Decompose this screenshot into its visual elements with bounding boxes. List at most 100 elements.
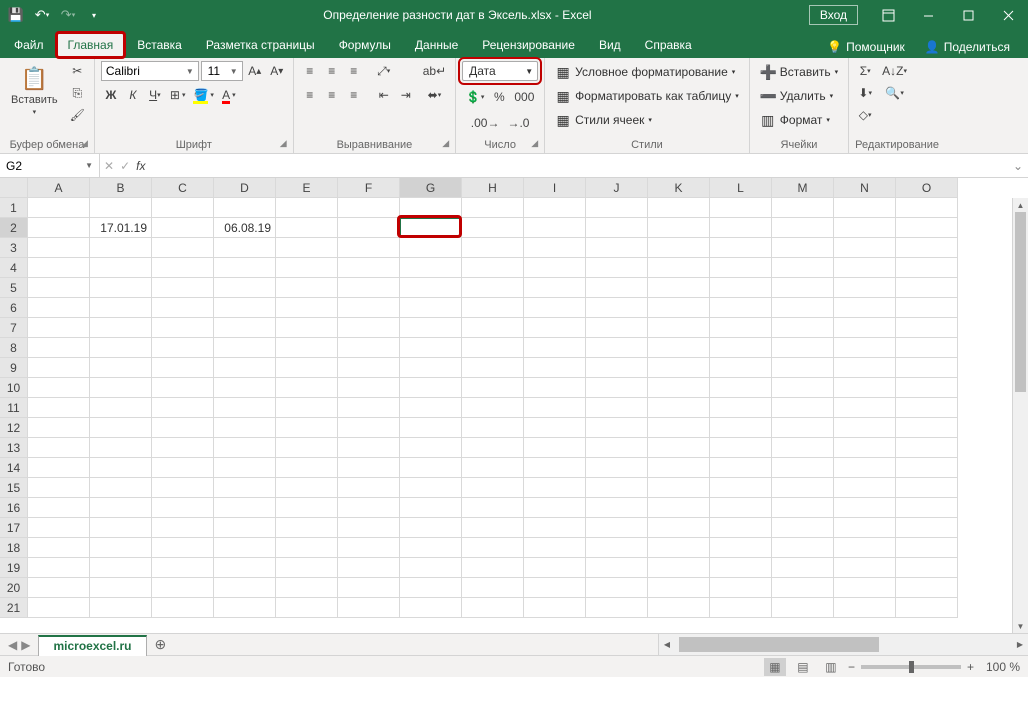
cell[interactable]	[586, 338, 648, 358]
cell[interactable]	[28, 238, 90, 258]
orientation-button[interactable]: ⤢▾	[374, 61, 394, 81]
cell[interactable]	[28, 558, 90, 578]
cell[interactable]	[896, 598, 958, 618]
cell[interactable]	[462, 438, 524, 458]
zoom-slider[interactable]	[861, 665, 961, 669]
cell[interactable]	[338, 238, 400, 258]
cell[interactable]	[710, 238, 772, 258]
cell[interactable]	[896, 418, 958, 438]
cell[interactable]	[524, 198, 586, 218]
row-header[interactable]: 3	[0, 238, 28, 258]
cell[interactable]	[152, 418, 214, 438]
cell[interactable]	[214, 358, 276, 378]
cell[interactable]	[152, 298, 214, 318]
fill-color-button[interactable]: 🪣▾	[190, 85, 216, 105]
cell[interactable]	[524, 478, 586, 498]
cell[interactable]	[586, 478, 648, 498]
cell[interactable]	[400, 458, 462, 478]
cell[interactable]	[710, 378, 772, 398]
cell[interactable]	[338, 258, 400, 278]
border-button[interactable]: ⊞▾	[167, 85, 189, 105]
number-format-combo[interactable]: Дата ▼	[462, 61, 538, 81]
cell[interactable]	[834, 598, 896, 618]
cell[interactable]	[152, 598, 214, 618]
increase-font-button[interactable]: A▴	[245, 61, 265, 81]
ribbon-display-icon[interactable]	[868, 0, 908, 30]
cell[interactable]	[524, 218, 586, 238]
cell[interactable]	[28, 378, 90, 398]
cell[interactable]	[338, 558, 400, 578]
cell-styles-button[interactable]: ▦Стили ячеек▾	[551, 109, 743, 131]
cell[interactable]	[338, 218, 400, 238]
cell[interactable]	[834, 498, 896, 518]
cell[interactable]	[586, 378, 648, 398]
cell[interactable]	[214, 298, 276, 318]
cell[interactable]	[338, 418, 400, 438]
scrollbar-thumb[interactable]	[1015, 212, 1026, 392]
qat-customize-icon[interactable]: ▾	[82, 3, 106, 27]
formula-input[interactable]	[155, 159, 1002, 173]
row-header[interactable]: 9	[0, 358, 28, 378]
cell[interactable]	[214, 558, 276, 578]
cell[interactable]	[586, 358, 648, 378]
cell[interactable]	[834, 538, 896, 558]
format-cells-button[interactable]: ▥Формат▾	[756, 109, 842, 131]
cell[interactable]	[214, 338, 276, 358]
align-middle-button[interactable]: ≡	[322, 61, 342, 81]
cell[interactable]	[214, 398, 276, 418]
cell[interactable]	[152, 378, 214, 398]
column-header[interactable]: C	[152, 178, 214, 198]
tab-formulas[interactable]: Формулы	[327, 32, 403, 58]
align-top-button[interactable]: ≡	[300, 61, 320, 81]
cell[interactable]	[152, 218, 214, 238]
paste-button[interactable]: 📋 Вставить ▾	[6, 61, 63, 121]
cell[interactable]: 06.08.19	[214, 218, 276, 238]
cell[interactable]	[400, 418, 462, 438]
cell[interactable]	[214, 498, 276, 518]
cell[interactable]	[400, 358, 462, 378]
column-header[interactable]: D	[214, 178, 276, 198]
cell[interactable]	[772, 258, 834, 278]
cell[interactable]	[834, 438, 896, 458]
cell[interactable]	[834, 398, 896, 418]
cell[interactable]	[462, 398, 524, 418]
column-header[interactable]: A	[28, 178, 90, 198]
chevron-down-icon[interactable]: ▼	[521, 67, 537, 76]
cell[interactable]	[276, 598, 338, 618]
fx-icon[interactable]: fx	[136, 159, 145, 173]
format-as-table-button[interactable]: ▦Форматировать как таблицу▾	[551, 85, 743, 107]
cell[interactable]	[772, 558, 834, 578]
fill-button[interactable]: ⬇▾	[855, 83, 875, 103]
undo-icon[interactable]: ↶▾	[30, 3, 54, 27]
cell[interactable]	[896, 538, 958, 558]
cell[interactable]	[400, 218, 462, 238]
column-header[interactable]: K	[648, 178, 710, 198]
decrease-decimal-button[interactable]: →.0	[504, 113, 532, 133]
cell[interactable]	[214, 578, 276, 598]
cell[interactable]	[710, 538, 772, 558]
cell[interactable]	[214, 258, 276, 278]
dialog-launcher-icon[interactable]: ◢	[280, 138, 287, 149]
cell[interactable]	[90, 498, 152, 518]
cell[interactable]	[90, 238, 152, 258]
cell[interactable]	[648, 558, 710, 578]
cell[interactable]	[772, 478, 834, 498]
cell[interactable]	[462, 458, 524, 478]
cell[interactable]	[28, 498, 90, 518]
cell[interactable]	[462, 418, 524, 438]
cell[interactable]	[276, 558, 338, 578]
cell[interactable]	[338, 598, 400, 618]
cell[interactable]	[90, 378, 152, 398]
cell[interactable]	[586, 318, 648, 338]
increase-indent-button[interactable]: ⇥	[396, 85, 416, 105]
cell[interactable]	[276, 198, 338, 218]
cell[interactable]	[400, 598, 462, 618]
cell[interactable]	[214, 598, 276, 618]
cell[interactable]	[896, 558, 958, 578]
row-header[interactable]: 1	[0, 198, 28, 218]
cell[interactable]	[90, 298, 152, 318]
chevron-down-icon[interactable]: ▼	[182, 67, 198, 76]
tab-review[interactable]: Рецензирование	[470, 32, 587, 58]
cell[interactable]	[152, 518, 214, 538]
column-header[interactable]: B	[90, 178, 152, 198]
